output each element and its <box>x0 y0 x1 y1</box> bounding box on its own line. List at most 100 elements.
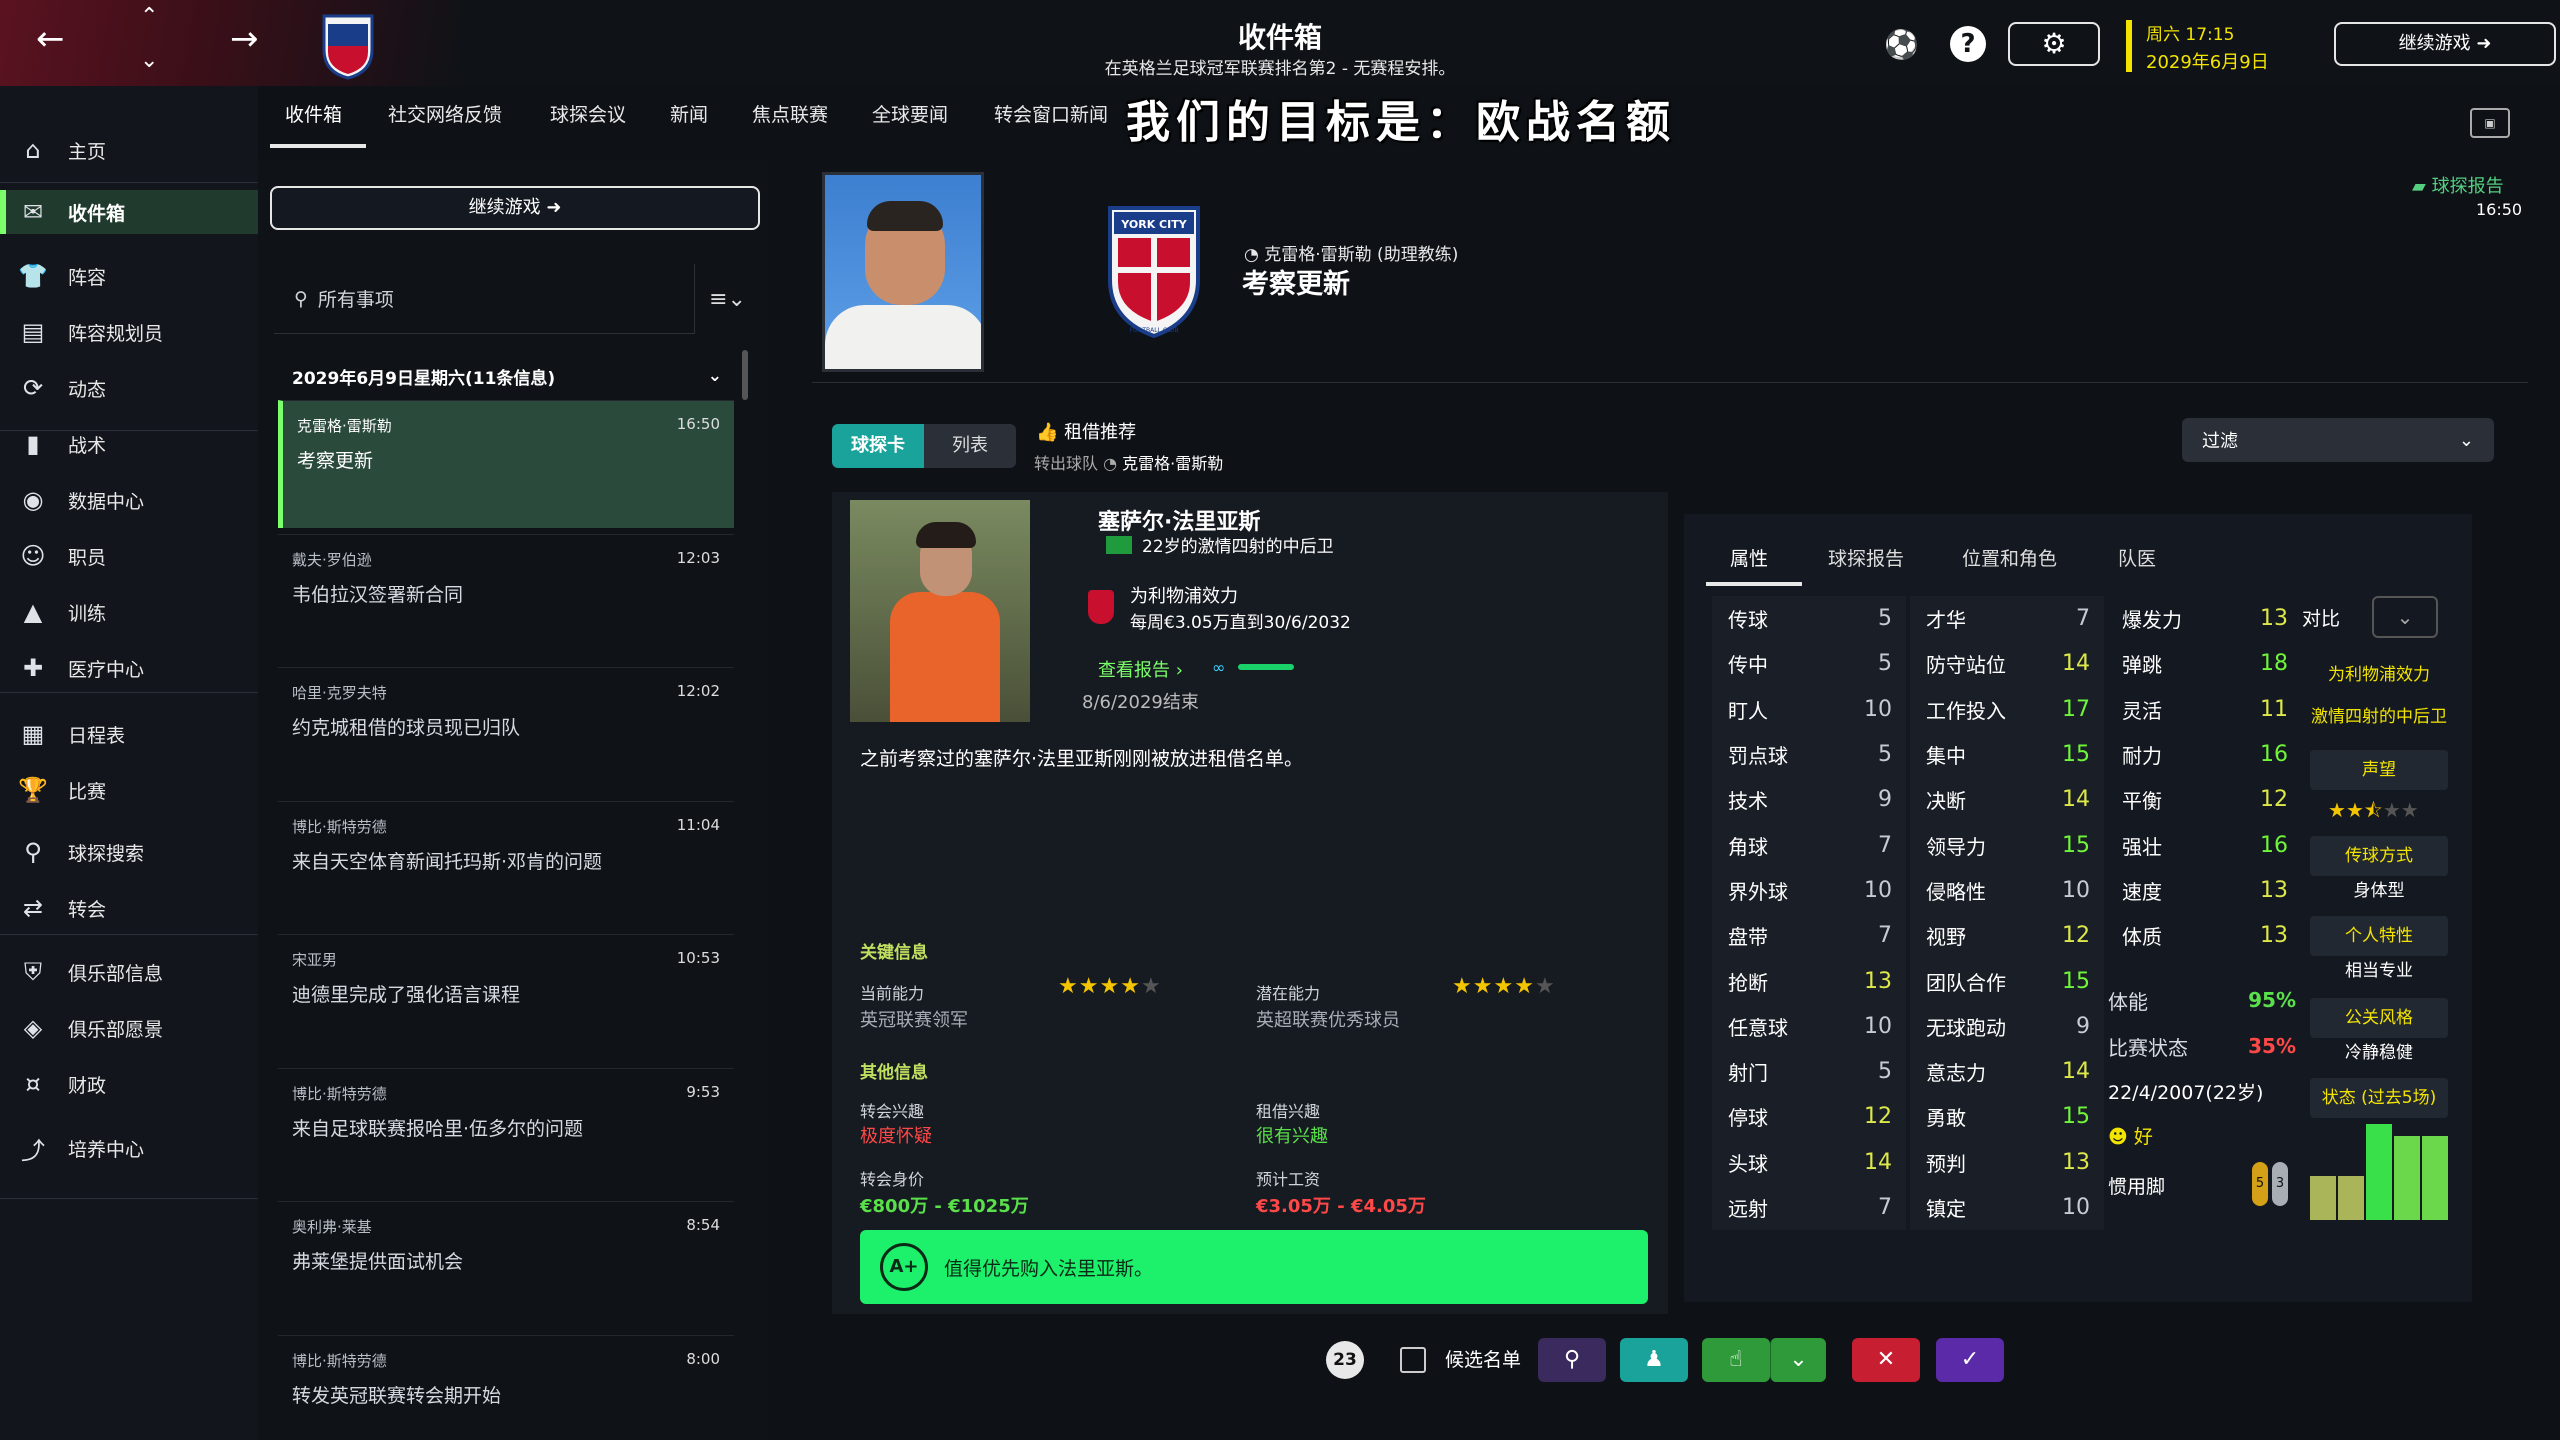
attribute-row[interactable]: 灵活 11 <box>2106 687 2302 732</box>
tab-scout-report[interactable]: 球探报告 <box>1828 544 1904 571</box>
attribute-row[interactable]: 远射 7 <box>1712 1185 1906 1230</box>
sidebar-item-home[interactable]: ⌂ 主页 <box>0 128 258 172</box>
attribute-row[interactable]: 界外球 10 <box>1712 868 1906 913</box>
attribute-row[interactable]: 领导力 15 <box>1910 822 2104 867</box>
attribute-row[interactable]: 停球 12 <box>1712 1094 1906 1139</box>
tab-inbox[interactable]: 收件箱 <box>285 100 342 127</box>
attribute-row[interactable]: 防守站位 14 <box>1910 641 2104 686</box>
offer-dropdown[interactable]: ⌄ <box>1770 1338 1826 1382</box>
attribute-row[interactable]: 工作投入 17 <box>1910 687 2104 732</box>
scout-player-button[interactable]: ♟ <box>1620 1338 1688 1382</box>
attribute-row[interactable]: 射门 5 <box>1712 1049 1906 1094</box>
attribute-row[interactable]: 无球跑动 9 <box>1910 1004 2104 1049</box>
sidebar-item-inbox[interactable]: ✉ 收件箱 <box>0 190 258 234</box>
attribute-row[interactable]: 罚点球 5 <box>1712 732 1906 777</box>
sidebar-item-medical[interactable]: ✚ 医疗中心 <box>0 646 258 690</box>
out-team-person[interactable]: 克雷格·雷斯勒 <box>1122 454 1223 473</box>
message-item[interactable]: 宋亚男 10:53 迪德里完成了强化语言课程 <box>278 934 734 1062</box>
attribute-row[interactable]: 速度 13 <box>2106 868 2302 913</box>
attribute-row[interactable]: 角球 7 <box>1712 822 1906 867</box>
sidebar-item-vision[interactable]: ◈ 俱乐部愿景 <box>0 1006 258 1050</box>
inbox-search[interactable]: ⚲ 所有事项 <box>274 264 694 334</box>
tab-positions[interactable]: 位置和角色 <box>1962 544 2057 571</box>
sidebar-item-clipboard[interactable]: ▤ 阵容规划员 <box>0 310 258 354</box>
tab-social[interactable]: 社交网络反馈 <box>388 100 502 127</box>
attribute-row[interactable]: 才华 7 <box>1910 596 2104 641</box>
attribute-row[interactable]: 团队合作 15 <box>1910 958 2104 1003</box>
help-icon[interactable]: ? <box>1950 26 1986 62</box>
attribute-row[interactable]: 视野 12 <box>1910 913 2104 958</box>
attribute-row[interactable]: 决断 14 <box>1910 777 2104 822</box>
player-club[interactable]: 为利物浦效力 <box>1130 582 1238 608</box>
attribute-row[interactable]: 勇敢 15 <box>1910 1094 2104 1139</box>
liverpool-crest-icon[interactable] <box>1088 590 1114 624</box>
attribute-row[interactable]: 强壮 16 <box>2106 822 2302 867</box>
attribute-row[interactable]: 任意球 10 <box>1712 1004 1906 1049</box>
sidebar-item-search[interactable]: ⚲ 球探搜索 <box>0 830 258 874</box>
sidebar-item-training[interactable]: ▲ 训练 <box>0 590 258 634</box>
sidebar-item-dynamics[interactable]: ⟳ 动态 <box>0 366 258 410</box>
attribute-row[interactable]: 抢断 13 <box>1712 958 1906 1003</box>
attribute-row[interactable]: 侵略性 10 <box>1910 868 2104 913</box>
filter-dropdown[interactable]: 过滤 ⌄ <box>2182 418 2494 462</box>
sidebar-item-calendar[interactable]: ▦ 日程表 <box>0 712 258 756</box>
offer-button[interactable]: ☝ <box>1702 1338 1770 1382</box>
search-button[interactable]: ⚲ <box>1538 1338 1606 1382</box>
player-photo[interactable] <box>850 500 1030 722</box>
tab-list-view[interactable]: 列表 <box>924 424 1016 468</box>
tab-physio[interactable]: 队医 <box>2118 544 2156 571</box>
view-report-link[interactable]: 查看报告 › <box>1098 656 1183 682</box>
date-group-header[interactable]: 2029年6月9日星期六(11条信息) ⌄ <box>278 356 732 396</box>
attribute-row[interactable]: 传中 5 <box>1712 641 1906 686</box>
attribute-row[interactable]: 盘带 7 <box>1712 913 1906 958</box>
attribute-row[interactable]: 技术 9 <box>1712 777 1906 822</box>
confirm-button[interactable]: ✓ <box>1936 1338 2004 1382</box>
attribute-row[interactable]: 意志力 14 <box>1910 1049 2104 1094</box>
attribute-row[interactable]: 头球 14 <box>1712 1140 1906 1185</box>
attribute-row[interactable]: 盯人 10 <box>1712 687 1906 732</box>
message-item[interactable]: 哈里·克罗夫特 12:02 约克城租借的球员现已归队 <box>278 667 734 795</box>
sidebar-item-squad[interactable]: 👕 阵容 <box>0 254 258 298</box>
continue-button-left[interactable]: 继续游戏 ➜ <box>270 186 760 230</box>
message-item[interactable]: 奥利弗·莱基 8:54 弗莱堡提供面试机会 <box>278 1201 734 1329</box>
shortlist-checkbox[interactable] <box>1400 1347 1426 1373</box>
message-item[interactable]: 博比·斯特劳德 8:00 转发英冠联赛转会期开始 <box>278 1334 734 1440</box>
attribute-row[interactable]: 预判 13 <box>1910 1140 2104 1185</box>
inbox-scrollbar[interactable] <box>742 350 748 400</box>
inbox-filter-menu[interactable]: ≡⌄ <box>694 264 760 334</box>
message-item[interactable]: 博比·斯特劳德 9:53 来自足球联赛报哈里·伍多尔的问题 <box>278 1067 734 1196</box>
tab-global-news[interactable]: 全球要闻 <box>872 100 948 127</box>
message-item[interactable]: 克雷格·雷斯勒 16:50 考察更新 <box>278 400 734 528</box>
tab-transfer-news[interactable]: 转会窗口新闻 <box>994 100 1108 127</box>
attribute-row[interactable]: 镇定 10 <box>1910 1185 2104 1230</box>
sidebar-item-tactics[interactable]: ▮ 战术 <box>0 422 258 466</box>
tab-scout-meeting[interactable]: 球探会议 <box>550 100 626 127</box>
reject-button[interactable]: ✕ <box>1852 1338 1920 1382</box>
tab-news[interactable]: 新闻 <box>670 100 708 127</box>
sidebar-item-development[interactable]: ⤴ 培养中心 <box>0 1126 258 1170</box>
attribute-value: 12 <box>1864 1104 1892 1130</box>
layout-icon[interactable]: ▣ <box>2470 108 2510 138</box>
sidebar-item-transfer[interactable]: ⇄ 转会 <box>0 886 258 930</box>
message-item[interactable]: 戴夫·罗伯逊 12:03 韦伯拉汉签署新合同 <box>278 533 734 662</box>
continue-button-top[interactable]: 继续游戏 ➜ <box>2334 22 2556 66</box>
sidebar-item-staff[interactable]: ☺ 职员 <box>0 534 258 578</box>
attribute-row[interactable]: 弹跳 18 <box>2106 641 2302 686</box>
attribute-row[interactable]: 传球 5 <box>1712 596 1906 641</box>
sidebar-item-trophy[interactable]: 🏆 比赛 <box>0 768 258 812</box>
tab-scout-card[interactable]: 球探卡 <box>832 424 924 468</box>
tab-attributes[interactable]: 属性 <box>1730 544 1768 571</box>
message-item[interactable]: 博比·斯特劳德 11:04 来自天空体育新闻托玛斯·邓肯的问题 <box>278 800 734 929</box>
sidebar-item-finance[interactable]: ¤ 财政 <box>0 1062 258 1106</box>
compare-dropdown[interactable]: ⌄ <box>2372 596 2438 638</box>
ball-icon[interactable]: ⚽ <box>1884 28 1919 61</box>
tab-focus-league[interactable]: 焦点联赛 <box>752 100 828 127</box>
attribute-row[interactable]: 平衡 12 <box>2106 777 2302 822</box>
sidebar-item-data[interactable]: ◉ 数据中心 <box>0 478 258 522</box>
attribute-row[interactable]: 集中 15 <box>1910 732 2104 777</box>
attribute-row[interactable]: 体质 13 <box>2106 913 2302 958</box>
sidebar-item-shield[interactable]: ⛨ 俱乐部信息 <box>0 950 258 994</box>
attribute-row[interactable]: 耐力 16 <box>2106 732 2302 777</box>
attribute-row[interactable]: 爆发力 13 <box>2106 596 2302 641</box>
settings-button[interactable]: ⚙ <box>2008 22 2100 66</box>
